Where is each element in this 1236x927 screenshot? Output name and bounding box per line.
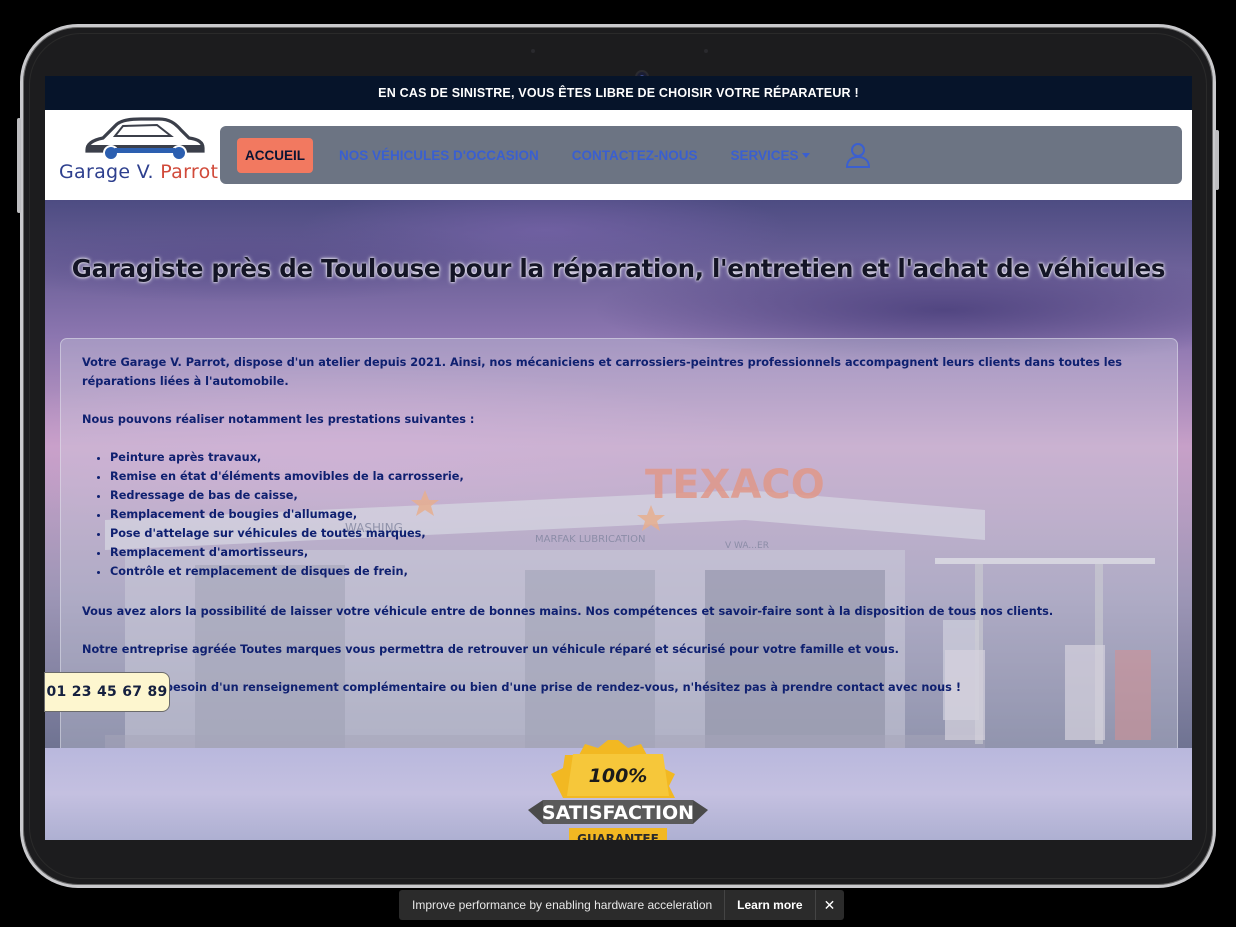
announcement-bar: EN CAS DE SINISTRE, VOUS ÊTES LIBRE DE C…: [45, 76, 1192, 110]
logo-text: Garage V. Parrot: [59, 161, 219, 183]
list-item: Peinture après travaux,: [110, 448, 1157, 467]
sensor-dot: [704, 49, 708, 53]
browser-viewport: EN CAS DE SINISTRE, VOUS ÊTES LIBRE DE C…: [45, 76, 1192, 840]
satisfaction-section: 100% SATISFACTION GUARANTEE: [45, 740, 1192, 840]
caret-down-icon: [801, 153, 810, 159]
main-navbar: ACCUEIL NOS VÉHICULES D'OCCASION CONTACT…: [220, 126, 1182, 184]
page-title: Garagiste près de Toulouse pour la répar…: [71, 254, 1166, 283]
badge-label: SATISFACTION: [542, 802, 694, 824]
intro-card: Votre Garage V. Parrot, dispose d'un ate…: [60, 338, 1178, 748]
list-item: Remplacement de bougies d'allumage,: [110, 505, 1157, 524]
nav-services-dropdown[interactable]: SERVICES: [730, 147, 810, 163]
hero-section: TEXACO WASHING MARFAK LUBRICATION V WA..…: [45, 200, 1192, 748]
list-item: Remise en état d'éléments amovibles de l…: [110, 467, 1157, 486]
user-account-icon[interactable]: [845, 142, 871, 168]
list-item: Contrôle et remplacement de disques de f…: [110, 562, 1157, 581]
list-item: Pose d'attelage sur véhicules de toutes …: [110, 524, 1157, 543]
badge-percent: 100%: [589, 765, 648, 787]
nav-home[interactable]: ACCUEIL: [237, 137, 313, 173]
car-logo-icon: [85, 117, 205, 161]
list-item: Redressage de bas de caisse,: [110, 486, 1157, 505]
services-list: Peinture après travaux, Remise en état d…: [82, 448, 1157, 581]
paragraph: Si vous avez besoin d'un renseignement c…: [82, 681, 961, 694]
nav-contact[interactable]: CONTACTEZ-NOUS: [572, 148, 698, 163]
learn-more-link[interactable]: Learn more: [725, 898, 814, 912]
paragraph: Vous avez alors la possibilité de laisse…: [82, 605, 1054, 618]
toast-message: Improve performance by enabling hardware…: [412, 898, 713, 912]
browser-notification-toast: Improve performance by enabling hardware…: [399, 890, 844, 920]
satisfaction-badge: 100% SATISFACTION GUARANTEE: [528, 740, 708, 840]
phone-call-button[interactable]: 01 23 45 67 89: [44, 672, 170, 712]
list-item: Remplacement d'amortisseurs,: [110, 543, 1157, 562]
badge-subtitle: GUARANTEE: [577, 832, 659, 840]
site-header: Garage V. Parrot ACCUEIL NOS VÉHICULES D…: [45, 110, 1192, 200]
announcement-text: EN CAS DE SINISTRE, VOUS ÊTES LIBRE DE C…: [378, 86, 859, 100]
intro-paragraph: Votre Garage V. Parrot, dispose d'un ate…: [82, 356, 1122, 388]
close-icon[interactable]: ✕: [816, 890, 844, 920]
paragraph: Notre entreprise agréée Toutes marques v…: [82, 643, 899, 656]
nav-services-label: SERVICES: [730, 147, 799, 163]
nav-used-cars[interactable]: NOS VÉHICULES D'OCCASION: [339, 148, 539, 163]
sensor-dot: [531, 49, 535, 53]
side-button: [1215, 130, 1219, 190]
services-intro: Nous pouvons réaliser notamment les pres…: [82, 413, 475, 426]
side-button: [17, 118, 21, 213]
site-logo[interactable]: Garage V. Parrot: [57, 114, 227, 192]
